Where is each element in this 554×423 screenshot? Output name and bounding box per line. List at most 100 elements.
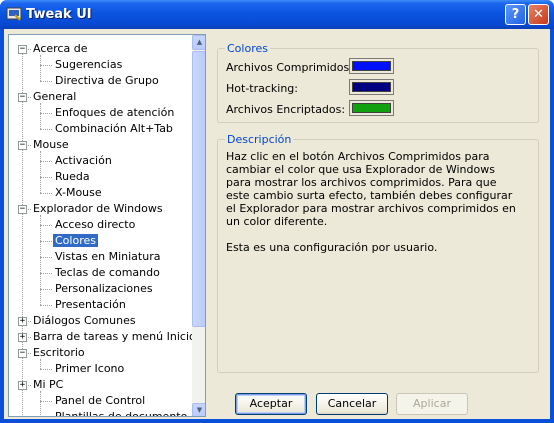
hot-tracking-color-button[interactable] xyxy=(349,79,394,95)
colors-group-title: Colores xyxy=(225,42,270,55)
tree-connector xyxy=(40,129,52,130)
tree-connector xyxy=(40,273,52,274)
tree-item[interactable]: Colores xyxy=(53,233,98,249)
tree-connector xyxy=(40,103,41,129)
tree-connector xyxy=(28,49,31,50)
accept-button[interactable]: Aceptar xyxy=(235,393,307,415)
tree-connector xyxy=(28,337,31,338)
tree-item[interactable]: Vistas en Miniatura xyxy=(53,249,162,265)
tree-item-label: Rueda xyxy=(55,170,90,183)
tree-item[interactable]: Teclas de comando xyxy=(53,265,162,281)
expand-plus-icon[interactable]: + xyxy=(18,333,27,342)
settings-panel: Colores Archivos Comprimidos: Hot-tracki… xyxy=(209,34,545,380)
collapse-minus-icon[interactable]: − xyxy=(18,93,27,102)
collapse-minus-icon[interactable]: − xyxy=(18,45,27,54)
tree-connector xyxy=(40,289,52,290)
scroll-up-icon[interactable]: ▲ xyxy=(192,35,205,50)
tree-item-label: Acerca de xyxy=(33,42,88,55)
compressed-files-color-swatch xyxy=(352,61,391,71)
expand-plus-icon[interactable]: + xyxy=(18,317,27,326)
tree-item-label: Explorador de Windows xyxy=(33,202,163,215)
description-paragraph: Haz clic en el botón Archivos Comprimido… xyxy=(226,150,516,228)
tree-item[interactable]: X-Mouse xyxy=(53,185,104,201)
hot-tracking-color-swatch xyxy=(352,82,391,92)
tree-category[interactable]: Mouse xyxy=(31,137,71,153)
scroll-thumb[interactable] xyxy=(192,51,205,327)
tree-connector xyxy=(40,241,52,242)
tree-item-label: Acceso directo xyxy=(55,218,136,231)
tree-connector xyxy=(40,391,41,416)
tree-item[interactable]: Directiva de Grupo xyxy=(53,73,161,89)
tree-category[interactable]: Diálogos Comunes xyxy=(31,313,138,329)
tree-category[interactable]: General xyxy=(31,89,78,105)
tree-items: Acerca de − Sugerencias Directiva de Grupo G… xyxy=(9,35,192,417)
close-button[interactable]: ✕ xyxy=(528,4,549,25)
tree-item-label: Colores xyxy=(53,234,98,247)
collapse-minus-icon[interactable]: − xyxy=(18,205,27,214)
tree-connector xyxy=(28,385,31,386)
tree-connector xyxy=(40,113,52,114)
tree-category[interactable]: Mi PC xyxy=(31,377,65,393)
colors-group: Colores Archivos Comprimidos: Hot-tracki… xyxy=(217,42,539,123)
tree-connector xyxy=(28,209,31,210)
tree-item-label: Directiva de Grupo xyxy=(55,74,159,87)
scroll-down-icon[interactable]: ▼ xyxy=(192,403,205,416)
apply-button[interactable]: Aplicar xyxy=(396,393,468,415)
tree-connector xyxy=(40,401,52,402)
tree-item-label: Sugerencias xyxy=(55,58,123,71)
collapse-minus-icon[interactable]: − xyxy=(18,349,27,358)
expand-plus-icon[interactable]: + xyxy=(18,381,27,390)
tree-item-label: Combinación Alt+Tab xyxy=(55,122,173,135)
tree-item-label: Plantillas de documento xyxy=(55,410,188,417)
encrypted-files-color-button[interactable] xyxy=(349,100,394,116)
description-group: Descripción Haz clic en el botón Archivo… xyxy=(217,133,539,373)
tree-connector xyxy=(40,257,52,258)
tree-item[interactable]: Presentación xyxy=(53,297,128,313)
encrypted-files-color-swatch xyxy=(352,103,391,113)
tree-item-label: Barra de tareas y menú Inicio xyxy=(33,330,192,343)
title-bar[interactable]: Tweak UI ? ✕ xyxy=(0,0,554,29)
tree-connector xyxy=(28,353,31,354)
tree-item-label: Diálogos Comunes xyxy=(33,314,136,327)
tree-item-label: Enfoques de atención xyxy=(55,106,175,119)
tree-category[interactable]: Explorador de Windows xyxy=(31,201,165,217)
tweak-ui-window: Tweak UI ? ✕ Acerca de − Sugerencias Direct… xyxy=(0,0,554,423)
client-area: Acerca de − Sugerencias Directiva de Grupo G… xyxy=(4,29,550,419)
collapse-minus-icon[interactable]: − xyxy=(18,141,27,150)
tree-connector xyxy=(40,369,52,370)
tree-item[interactable]: Activación xyxy=(53,153,114,169)
tree-item-label: Mi PC xyxy=(33,378,64,391)
encrypted-files-label: Archivos Encriptados: xyxy=(226,103,346,116)
tree-item-label: Presentación xyxy=(55,298,126,311)
compressed-files-label: Archivos Comprimidos: xyxy=(226,61,353,74)
tree-category[interactable]: Barra de tareas y menú Inicio xyxy=(31,329,192,345)
tree-item-label: X-Mouse xyxy=(55,186,102,199)
description-note: Esta es una configuración por usuario. xyxy=(226,241,438,254)
help-button[interactable]: ? xyxy=(505,4,526,25)
dialog-buttons: Aceptar Cancelar Aplicar xyxy=(209,391,545,417)
compressed-files-color-button[interactable] xyxy=(349,58,394,74)
tree-item[interactable]: Panel de Control xyxy=(53,393,147,409)
tree-item[interactable]: Primer Icono xyxy=(53,361,126,377)
settings-tree[interactable]: Acerca de − Sugerencias Directiva de Grupo G… xyxy=(8,34,206,417)
tree-item[interactable]: Enfoques de atención xyxy=(53,105,176,121)
tree-connector xyxy=(40,65,52,66)
tree-connector xyxy=(40,151,41,193)
tree-connector xyxy=(40,81,52,82)
tree-item[interactable]: Plantillas de documento xyxy=(53,409,189,417)
cancel-button[interactable]: Cancelar xyxy=(316,393,388,415)
tree-item-label: Personalizaciones xyxy=(55,282,153,295)
tree-item[interactable]: Sugerencias xyxy=(53,57,124,73)
description-group-title: Descripción xyxy=(225,133,294,146)
tweak-ui-app-icon xyxy=(6,7,22,21)
tree-item[interactable]: Personalizaciones xyxy=(53,281,155,297)
tree-vertical-scrollbar[interactable]: ▲ ▼ xyxy=(192,35,205,416)
tree-item[interactable]: Combinación Alt+Tab xyxy=(53,121,175,137)
tree-item[interactable]: Acceso directo xyxy=(53,217,137,233)
tree-connector xyxy=(40,193,52,194)
tree-item[interactable]: Rueda xyxy=(53,169,92,185)
tree-item-label: Mouse xyxy=(33,138,69,151)
tree-connector xyxy=(28,321,31,322)
tree-item-label: Escritorio xyxy=(33,346,85,359)
tree-item-label: Vistas en Miniatura xyxy=(55,250,161,263)
